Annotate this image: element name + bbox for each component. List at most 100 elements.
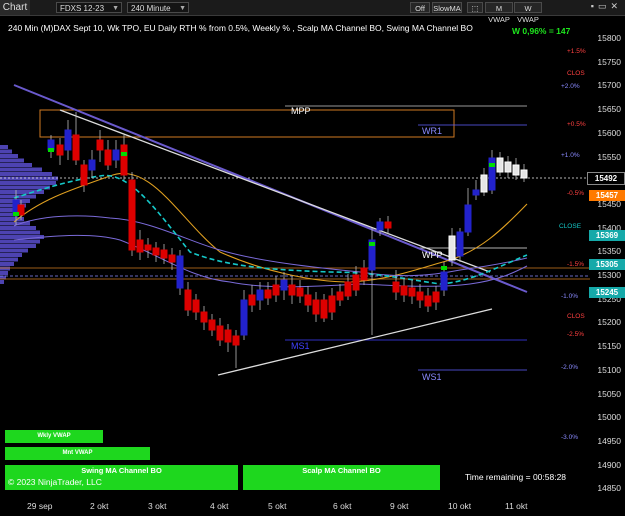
candle-body bbox=[320, 299, 328, 319]
mpp-zone-box bbox=[39, 109, 455, 138]
candle-body bbox=[464, 204, 472, 233]
price-tick: 14900 bbox=[597, 459, 621, 470]
date-tick: 11 okt bbox=[505, 501, 528, 511]
pct-label-plus-0.5: +0.5% bbox=[567, 121, 586, 128]
profile-bar bbox=[0, 172, 52, 176]
profile-bar bbox=[0, 257, 18, 262]
candle-body bbox=[344, 281, 352, 297]
candle-body bbox=[296, 287, 304, 297]
candle-body bbox=[456, 231, 464, 257]
candle-body bbox=[448, 235, 456, 261]
candle-body bbox=[336, 291, 344, 301]
price-tick: 15650 bbox=[597, 104, 621, 115]
candle-body bbox=[56, 144, 64, 156]
mpp-label: MPP bbox=[291, 106, 311, 116]
price-tick: 14950 bbox=[597, 435, 621, 446]
candle-body bbox=[496, 157, 504, 173]
candle-body bbox=[272, 284, 280, 296]
breakout-marker bbox=[48, 148, 54, 152]
pct-label-minus-1.0: -1.0% bbox=[561, 293, 578, 300]
profile-bar bbox=[0, 167, 42, 172]
candle-body bbox=[224, 329, 232, 343]
candle-body bbox=[360, 267, 368, 281]
breakout-marker bbox=[121, 152, 127, 156]
wkly-vwap-button[interactable]: Wkly VWAP bbox=[5, 430, 103, 443]
candle-body bbox=[144, 244, 152, 251]
profile-bar bbox=[0, 253, 22, 257]
candle-body bbox=[408, 287, 416, 297]
time-remaining: Time remaining = 00:58:28 bbox=[465, 472, 567, 482]
price-tick: 15100 bbox=[597, 364, 621, 375]
price-tick: 14850 bbox=[597, 483, 621, 494]
price-tick: 15750 bbox=[597, 56, 621, 67]
profile-bar bbox=[0, 244, 36, 248]
scalp-channel-button[interactable]: Scalp MA Channel BO bbox=[243, 465, 440, 490]
candle-body bbox=[416, 291, 424, 301]
candle-body bbox=[512, 164, 520, 176]
candle-body bbox=[400, 285, 408, 296]
pct-label-minus-3.0: -3.0% bbox=[561, 434, 578, 441]
price-box-cyan-1: 15369 bbox=[589, 230, 625, 241]
candle-body bbox=[136, 239, 144, 253]
candle-body bbox=[168, 254, 176, 263]
candle-body bbox=[384, 221, 392, 229]
profile-bar bbox=[0, 239, 40, 244]
candle-body bbox=[192, 299, 200, 313]
candles bbox=[12, 112, 528, 368]
date-tick: 3 okt bbox=[148, 501, 167, 511]
profile-bar bbox=[0, 266, 10, 271]
price-tick: 15300 bbox=[597, 270, 621, 280]
candle-body bbox=[176, 255, 184, 289]
price-tick: 15050 bbox=[597, 388, 621, 399]
mnt-vwap-button[interactable]: Mnt VWAP bbox=[5, 447, 150, 460]
breakout-marker bbox=[489, 163, 495, 167]
candle-body bbox=[128, 179, 136, 251]
candle-body bbox=[64, 129, 72, 151]
candle-body bbox=[152, 247, 160, 256]
profile-bar bbox=[0, 235, 44, 239]
candle-body bbox=[120, 144, 128, 176]
date-tick: 9 okt bbox=[390, 501, 409, 511]
candle-body bbox=[160, 249, 168, 259]
profile-bar bbox=[0, 145, 8, 149]
wr1-label: WR1 bbox=[422, 126, 442, 136]
pct-label-plus-1.5: +1.5% bbox=[567, 48, 586, 55]
profile-bar bbox=[0, 271, 8, 275]
profile-bar bbox=[0, 248, 28, 253]
profile-bar bbox=[0, 149, 12, 154]
weekly-performance: W 0,96% = 147 bbox=[512, 26, 571, 36]
trendline-white-lower bbox=[217, 308, 493, 376]
candle-body bbox=[104, 149, 112, 166]
price-tick: 15150 bbox=[597, 341, 621, 352]
candle-body bbox=[80, 164, 88, 186]
chart-title: 240 Min (M)DAX Sept 10, Wk TPO, EU Daily… bbox=[8, 23, 473, 33]
candle-body bbox=[304, 294, 312, 306]
profile-bar bbox=[0, 226, 36, 230]
breakout-marker bbox=[369, 242, 375, 246]
close-label-red-2: CLOS bbox=[567, 313, 585, 320]
date-tick: 29 sep bbox=[27, 501, 53, 511]
price-tick: 15600 bbox=[597, 127, 621, 138]
profile-bar bbox=[0, 158, 24, 163]
profile-bar bbox=[0, 230, 40, 235]
candle-body bbox=[376, 221, 384, 231]
candle-body bbox=[232, 335, 240, 346]
date-tick: 4 okt bbox=[210, 501, 229, 511]
ms1-label: MS1 bbox=[291, 341, 310, 351]
breakout-marker bbox=[441, 266, 447, 270]
candle-body bbox=[312, 299, 320, 315]
price-tick: 15800 bbox=[597, 33, 621, 43]
date-tick: 10 okt bbox=[448, 501, 472, 511]
date-tick: 6 okt bbox=[333, 501, 352, 511]
price-box-cyan-2: 15305 bbox=[589, 259, 625, 270]
price-tick: 15000 bbox=[597, 412, 621, 423]
ws1-label: WS1 bbox=[422, 372, 442, 382]
candle-body bbox=[392, 281, 400, 293]
volume-profile bbox=[0, 145, 58, 284]
price-box-orange: 15457 bbox=[589, 190, 625, 201]
copyright-text: © 2023 NinjaTrader, LLC bbox=[8, 477, 102, 487]
pct-label-plus-2.0: +2.0% bbox=[561, 83, 580, 90]
candle-body bbox=[288, 284, 296, 296]
candle-body bbox=[240, 299, 248, 336]
profile-bar bbox=[0, 181, 56, 185]
